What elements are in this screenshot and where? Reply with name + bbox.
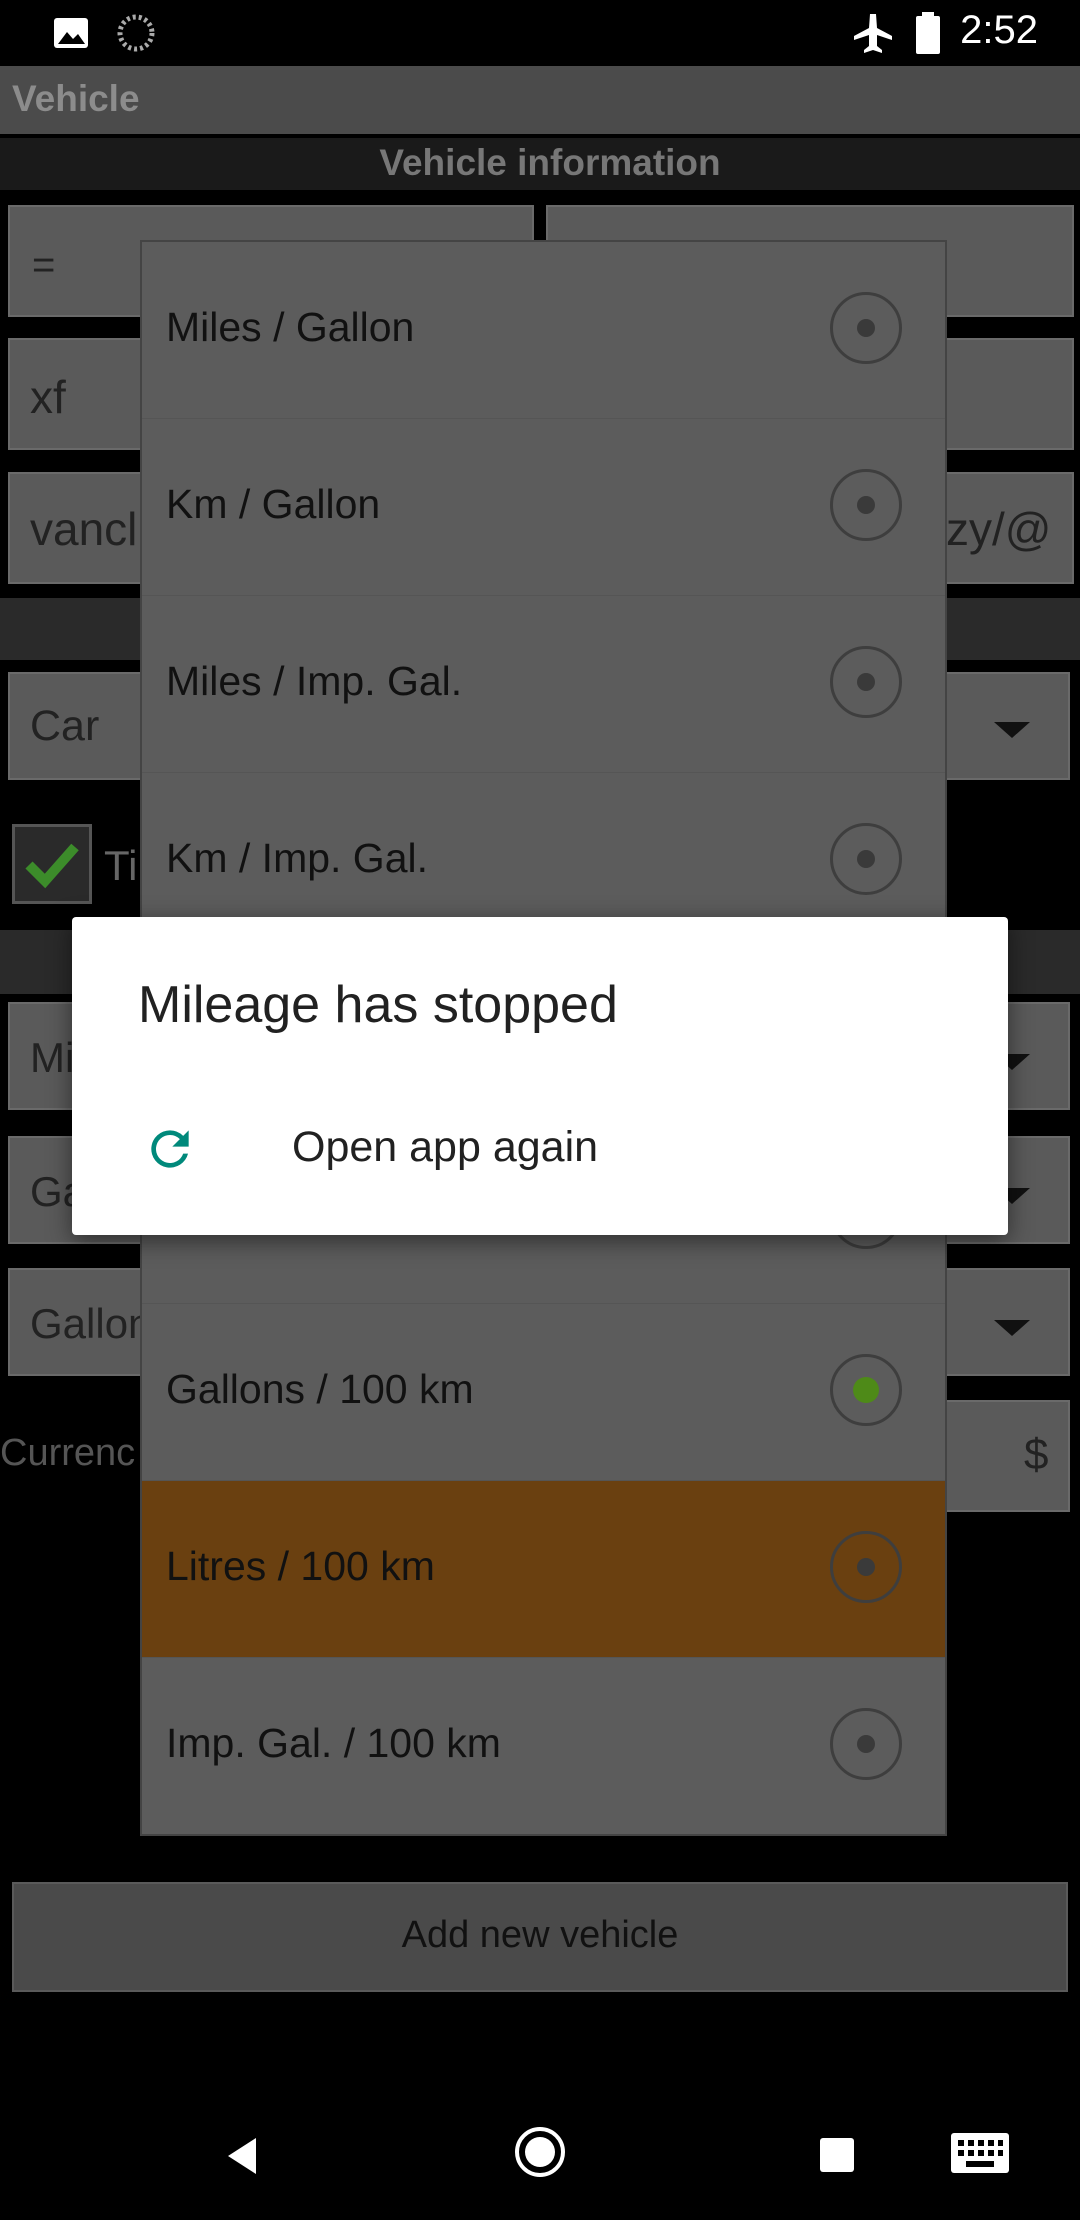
open-app-again-label: Open app again [292, 1123, 599, 1171]
image-icon [54, 18, 88, 48]
radio-button[interactable] [830, 823, 902, 895]
picker-option-label: Gallons / 100 km [166, 1366, 474, 1412]
picker-option[interactable]: Imp. Gal. / 100 km [142, 1658, 945, 1834]
form-field-6-value: zy/@ [946, 503, 1052, 555]
status-time: 2:52 [960, 8, 1038, 52]
radio-button[interactable] [830, 469, 902, 541]
recents-icon[interactable] [818, 2136, 856, 2174]
form-field-5-value: vancl [30, 503, 138, 555]
picker-option-label: Km / Gallon [166, 481, 381, 527]
form-field-6[interactable]: zy/@ [940, 472, 1074, 584]
vehicle-type-value: Car [30, 702, 100, 750]
radio-button[interactable] [830, 646, 902, 718]
section-title: Vehicle information [379, 142, 721, 183]
picker-option-selected[interactable]: Gallons / 100 km [142, 1304, 945, 1481]
radio-button[interactable] [830, 1708, 902, 1780]
radio-button[interactable] [830, 1531, 902, 1603]
form-field-4[interactable] [940, 338, 1074, 450]
radio-button[interactable] [830, 292, 902, 364]
keyboard-icon[interactable] [950, 2132, 1010, 2174]
checkbox[interactable] [12, 824, 92, 904]
crash-dialog: Mileage has stopped Open app again [72, 917, 1008, 1235]
battery-icon [916, 12, 940, 54]
picker-option-label: Litres / 100 km [166, 1543, 435, 1589]
app-bar: Vehicle [0, 66, 1080, 134]
picker-option[interactable]: Miles / Gallon [142, 242, 945, 419]
form-field-3-value: xf [30, 371, 66, 423]
chevron-down-icon [994, 722, 1030, 738]
chevron-down-icon [994, 1320, 1030, 1336]
picker-option-label: Km / Imp. Gal. [166, 835, 428, 881]
distance-unit-value: Mi [30, 1034, 75, 1081]
picker-option[interactable]: Km / Gallon [142, 419, 945, 596]
section-header: Vehicle information [0, 138, 1080, 190]
form-field-1-value: = [32, 243, 56, 287]
picker-option-highlighted[interactable]: Litres / 100 km [142, 1481, 945, 1658]
currency-label: Currenc [0, 1432, 136, 1474]
add-vehicle-label: Add new vehicle [401, 1914, 679, 1956]
currency-symbol: $ [1024, 1430, 1049, 1479]
back-icon[interactable] [222, 2134, 262, 2178]
currency-field[interactable]: $ [944, 1400, 1070, 1512]
open-app-again-button[interactable]: Open app again [112, 1097, 972, 1207]
checkmark-icon [25, 843, 79, 889]
picker-option-label: Miles / Imp. Gal. [166, 658, 463, 704]
checkbox-label: Ti [104, 842, 138, 889]
picker-option-label: Imp. Gal. / 100 km [166, 1720, 501, 1766]
app-title: Vehicle [12, 78, 140, 119]
picker-option-label: Miles / Gallon [166, 304, 415, 350]
picker-option[interactable]: Miles / Imp. Gal. [142, 596, 945, 773]
add-vehicle-button[interactable]: Add new vehicle [12, 1882, 1068, 1992]
dialog-title: Mileage has stopped [138, 976, 618, 1034]
loading-icon [117, 14, 155, 52]
status-bar: 2:52 [0, 0, 1080, 66]
refresh-icon [151, 1130, 189, 1168]
navigation-bar [0, 2088, 1080, 2220]
consumption-unit-value: Gallon [30, 1300, 152, 1347]
home-icon[interactable] [514, 2126, 566, 2178]
radio-button-selected[interactable] [830, 1354, 902, 1426]
airplane-icon [854, 14, 892, 53]
